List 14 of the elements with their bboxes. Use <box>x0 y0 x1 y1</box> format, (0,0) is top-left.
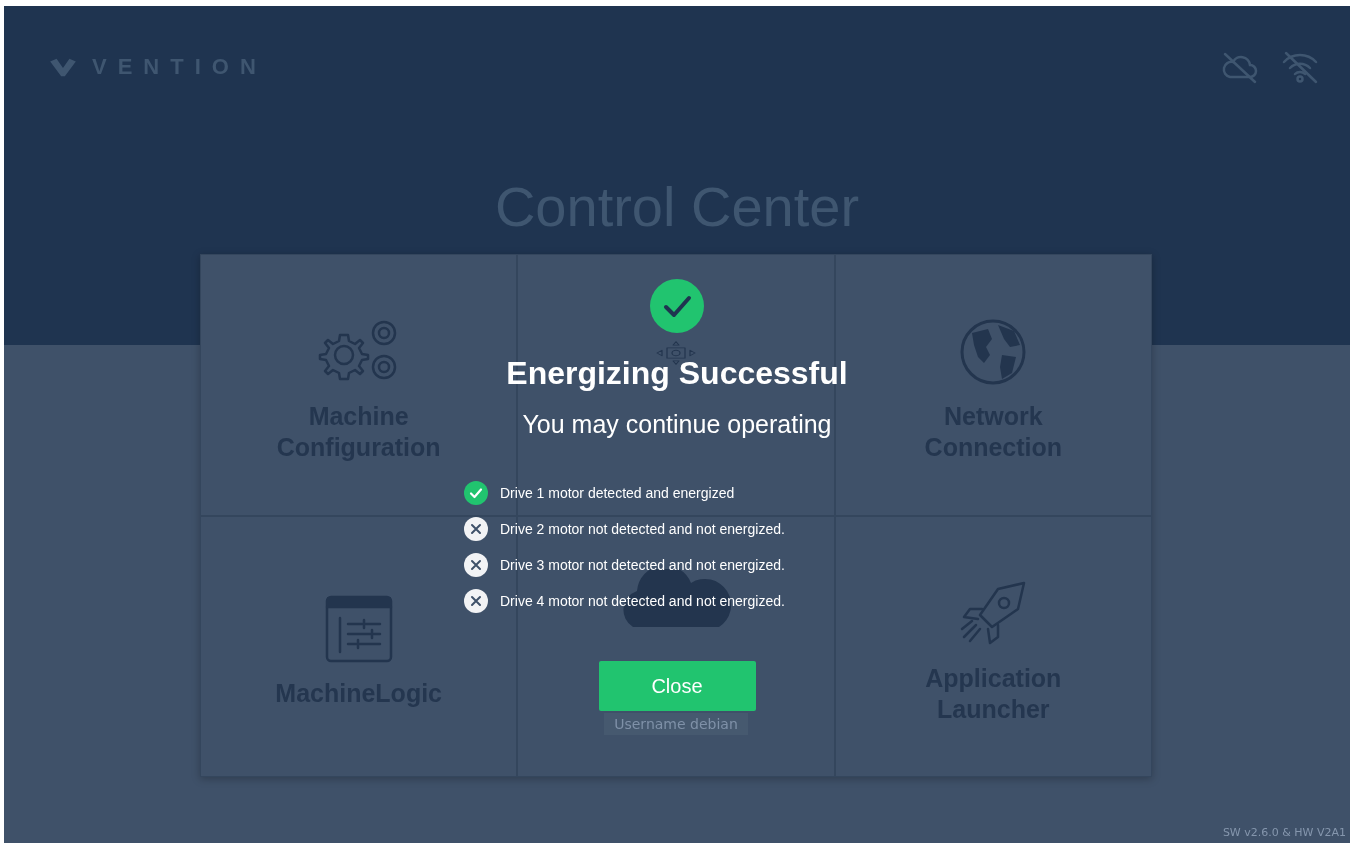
wifi-off-icon[interactable] <box>1280 50 1320 84</box>
status-text: Drive 3 motor not detected and not energized. <box>500 557 785 573</box>
dialog-subtitle: You may continue operating <box>522 410 832 439</box>
status-text: Drive 1 motor detected and energized <box>500 485 735 501</box>
cloud-off-icon[interactable] <box>1220 50 1260 84</box>
sliders-window-icon <box>323 594 394 664</box>
username-label: Username debian <box>604 712 748 735</box>
status-text: Drive 2 motor not detected and not energized. <box>500 521 785 537</box>
status-text: Drive 4 motor not detected and not energized. <box>500 593 785 609</box>
close-button[interactable]: Close <box>598 661 756 711</box>
success-check-icon <box>650 279 704 333</box>
version-text: SW v2.6.0 & HW V2A1 <box>1222 826 1346 839</box>
dialog-title: Energizing Successful <box>506 355 848 392</box>
logo-icon <box>48 56 78 78</box>
